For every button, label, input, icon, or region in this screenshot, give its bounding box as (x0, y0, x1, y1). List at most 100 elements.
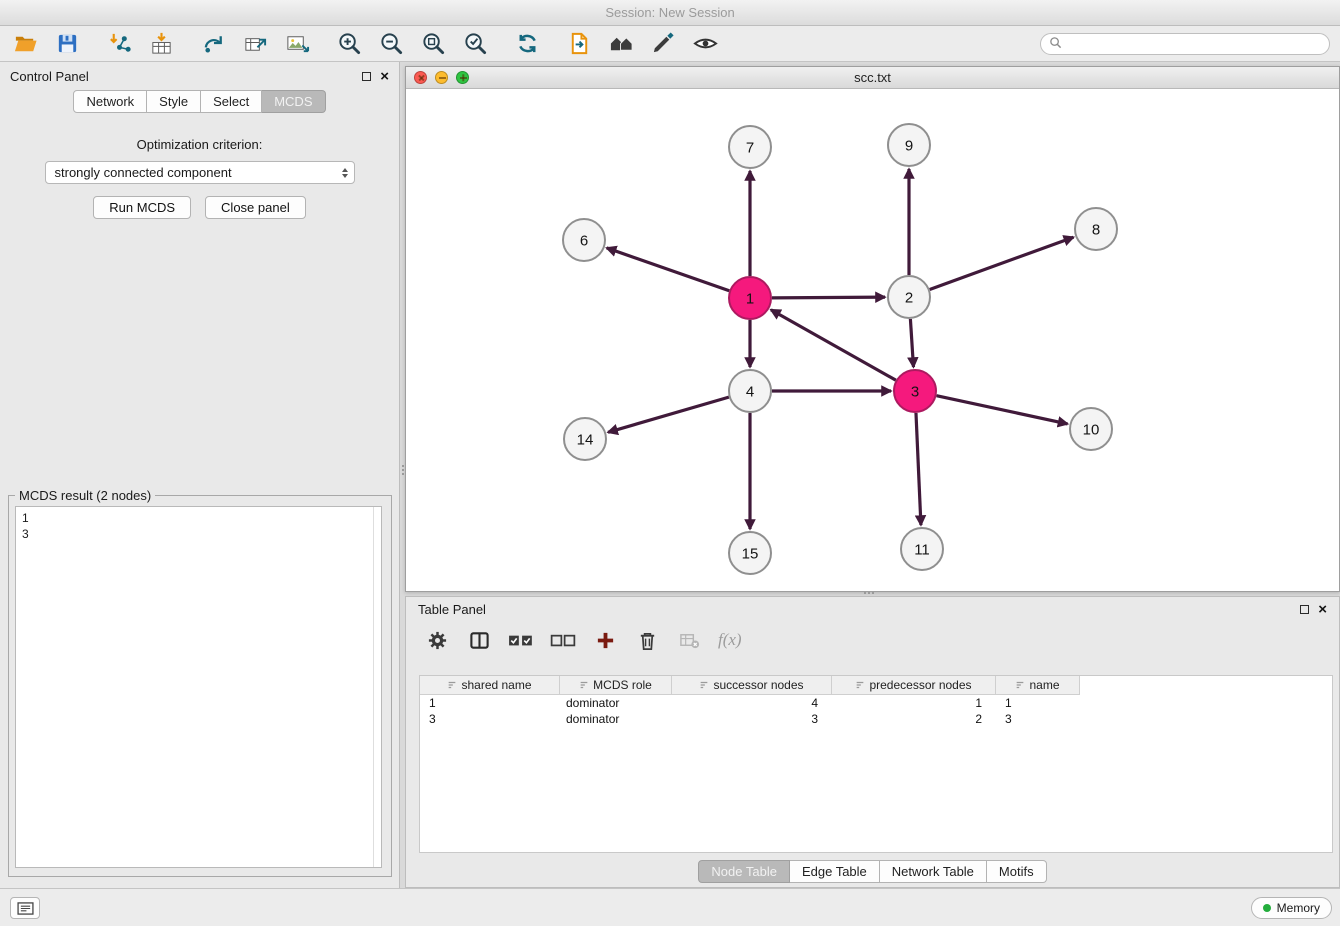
criterion-dropdown[interactable]: strongly connected component (45, 161, 355, 184)
graph-node-label-1: 1 (746, 291, 754, 308)
trash-icon[interactable] (634, 627, 660, 653)
export-image-icon[interactable] (282, 30, 312, 58)
tab-select[interactable]: Select (201, 90, 262, 113)
close-table-panel-icon[interactable]: × (1318, 602, 1327, 617)
copy-document-icon[interactable] (564, 30, 594, 58)
window-minimize-button[interactable] (435, 71, 448, 84)
graph-edge-3-10[interactable] (937, 396, 1068, 424)
tab-edge-table[interactable]: Edge Table (790, 860, 880, 883)
zoom-out-icon[interactable] (376, 30, 406, 58)
sort-icon (579, 680, 589, 690)
vertical-splitter-grip[interactable] (402, 465, 404, 467)
deselect-all-icon[interactable] (550, 627, 576, 653)
column-header-successor-nodes[interactable]: successor nodes (672, 676, 832, 695)
mcds-result-title: MCDS result (2 nodes) (15, 488, 155, 503)
float-panel-icon[interactable] (362, 72, 371, 81)
task-history-button[interactable] (10, 897, 40, 919)
graph-edge-1-6[interactable] (607, 248, 730, 291)
status-bar: Memory (0, 888, 1340, 926)
cell-successor-nodes[interactable]: 3 (672, 711, 832, 727)
gear-icon[interactable] (424, 627, 450, 653)
import-table-icon[interactable] (146, 30, 176, 58)
close-panel-icon[interactable]: × (380, 69, 389, 84)
import-network-icon[interactable] (104, 30, 134, 58)
zoom-in-icon[interactable] (334, 30, 364, 58)
mcds-result-line: 3 (22, 526, 375, 542)
column-header-predecessor-nodes[interactable]: predecessor nodes (832, 676, 996, 695)
export-table-icon[interactable] (240, 30, 270, 58)
sort-icon (1015, 680, 1025, 690)
memory-status-icon (1263, 904, 1271, 912)
graph-node-label-10: 10 (1083, 422, 1100, 439)
graph-node-label-7: 7 (746, 140, 754, 157)
network-from-file-icon[interactable] (198, 30, 228, 58)
run-mcds-button[interactable]: Run MCDS (93, 196, 191, 219)
horizontal-splitter-grip[interactable] (864, 592, 866, 594)
select-all-icon[interactable] (508, 627, 534, 653)
network-window-titlebar[interactable]: scc.txt (406, 67, 1339, 89)
graph-edge-1-2[interactable] (772, 297, 885, 298)
refresh-icon[interactable] (512, 30, 542, 58)
sort-icon (447, 680, 457, 690)
cell-shared-name[interactable]: 1 (420, 695, 560, 711)
search-icon (1049, 36, 1062, 52)
tab-network[interactable]: Network (73, 90, 147, 113)
tab-node-table[interactable]: Node Table (698, 860, 790, 883)
graph-edge-2-3[interactable] (910, 319, 913, 367)
window-title: Session: New Session (605, 5, 734, 20)
home-icon[interactable] (606, 30, 636, 58)
cell-name[interactable]: 1 (996, 695, 1080, 711)
eye-icon[interactable] (690, 30, 720, 58)
window-close-button[interactable] (414, 71, 427, 84)
table-row[interactable]: 1 dominator 4 1 1 (420, 695, 1332, 711)
table-panel-tabs: Node Table Edge Table Network Table Moti… (406, 860, 1339, 883)
column-header-mcds-role[interactable]: MCDS role (560, 676, 672, 695)
column-header-name[interactable]: name (996, 676, 1080, 695)
result-scrollbar[interactable] (373, 507, 374, 867)
tab-style[interactable]: Style (147, 90, 201, 113)
style-brush-icon[interactable] (648, 30, 678, 58)
network-window: scc.txt 7968124314101511 (405, 66, 1340, 592)
search-input[interactable] (1067, 37, 1321, 51)
split-columns-icon[interactable] (466, 627, 492, 653)
tab-network-table[interactable]: Network Table (880, 860, 987, 883)
add-column-icon[interactable] (592, 627, 618, 653)
save-session-icon[interactable] (52, 30, 82, 58)
graph-edge-3-1[interactable] (771, 310, 896, 380)
network-window-title: scc.txt (854, 70, 891, 85)
sort-icon (699, 680, 709, 690)
close-panel-button[interactable]: Close panel (205, 196, 306, 219)
function-builder-icon: f(x) (718, 630, 742, 650)
zoom-fit-icon[interactable] (418, 30, 448, 58)
zoom-selected-icon[interactable] (460, 30, 490, 58)
mcds-result-text[interactable]: 1 3 (15, 506, 382, 868)
cell-name[interactable]: 3 (996, 711, 1080, 727)
column-header-shared-name[interactable]: shared name (420, 676, 560, 695)
control-panel: Control Panel × Network Style Select MCD… (0, 62, 400, 888)
open-session-icon[interactable] (10, 30, 40, 58)
optimization-criterion-label: Optimization criterion: (0, 137, 399, 152)
cell-mcds-role[interactable]: dominator (560, 695, 672, 711)
node-table: shared name MCDS role successor nodes pr… (419, 675, 1333, 853)
float-table-panel-icon[interactable] (1300, 605, 1309, 614)
cell-successor-nodes[interactable]: 4 (672, 695, 832, 711)
graph-edge-4-14[interactable] (608, 397, 729, 432)
network-canvas[interactable]: 7968124314101511 (406, 89, 1339, 591)
search-box[interactable] (1040, 33, 1330, 55)
cell-predecessor-nodes[interactable]: 2 (832, 711, 996, 727)
title-bar: Session: New Session (0, 0, 1340, 26)
mcds-result-line: 1 (22, 510, 375, 526)
list-icon (17, 902, 34, 915)
graph-edge-3-11[interactable] (916, 413, 921, 525)
memory-button[interactable]: Memory (1251, 897, 1332, 919)
table-panel: Table Panel × f(x) (405, 596, 1340, 888)
cell-predecessor-nodes[interactable]: 1 (832, 695, 996, 711)
cell-mcds-role[interactable]: dominator (560, 711, 672, 727)
cell-shared-name[interactable]: 3 (420, 711, 560, 727)
tab-motifs[interactable]: Motifs (987, 860, 1047, 883)
graph-edge-2-8[interactable] (930, 237, 1074, 289)
control-panel-title: Control Panel (10, 69, 89, 84)
window-zoom-button[interactable] (456, 71, 469, 84)
tab-mcds[interactable]: MCDS (262, 90, 325, 113)
table-row[interactable]: 3 dominator 3 2 3 (420, 711, 1332, 727)
